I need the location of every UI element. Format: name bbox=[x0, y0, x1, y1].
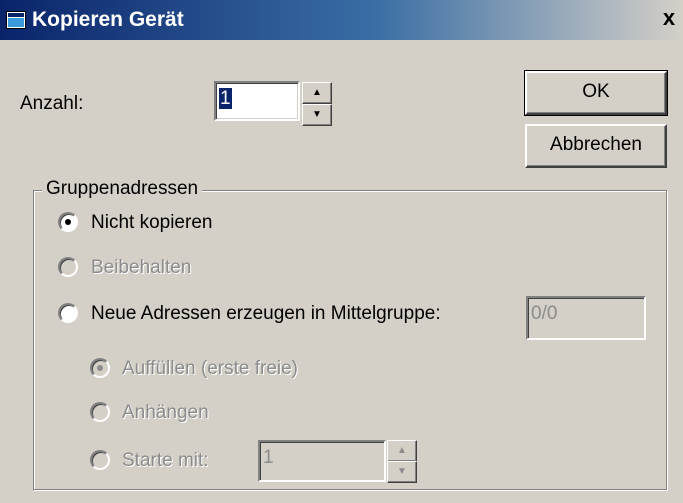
radio-anhaengen bbox=[90, 402, 110, 422]
window-icon bbox=[6, 11, 26, 29]
radio-neue-adressen[interactable] bbox=[58, 303, 78, 323]
count-spin-down[interactable]: ▼ bbox=[302, 104, 332, 126]
ok-button[interactable]: OK bbox=[524, 70, 668, 116]
count-label: Anzahl: bbox=[20, 93, 84, 114]
option-auffuellen-label: Auffüllen (erste freie) bbox=[122, 358, 299, 379]
count-value: 1 bbox=[219, 88, 232, 109]
title-bar[interactable]: Kopieren Gerät x bbox=[0, 0, 683, 40]
radio-selected-dot bbox=[65, 219, 71, 225]
cancel-button[interactable]: Abbrechen bbox=[525, 124, 667, 168]
option-neue-adressen-label[interactable]: Neue Adressen erzeugen in Mittelgruppe: bbox=[91, 303, 441, 325]
radio-selected-dot bbox=[97, 365, 103, 371]
radio-auffuellen bbox=[90, 358, 110, 378]
mittelgruppe-value: 0/0 bbox=[531, 303, 558, 324]
group-addresses-title: Gruppenadressen bbox=[42, 178, 203, 200]
starte-mit-input: 1 bbox=[258, 440, 386, 482]
option-beibehalten-label: Beibehalten bbox=[91, 257, 192, 278]
starte-mit-spin-down: ▼ bbox=[387, 461, 417, 483]
option-starte-mit-label: Starte mit: bbox=[122, 450, 209, 471]
option-anhaengen-label: Anhängen bbox=[122, 402, 209, 423]
radio-beibehalten bbox=[58, 257, 78, 277]
count-spin-up[interactable]: ▲ bbox=[302, 82, 332, 104]
radio-starte-mit bbox=[90, 450, 110, 470]
copy-device-dialog: Kopieren Gerät x Anzahl: 1 ▲ ▼ OK Abbrec… bbox=[0, 0, 683, 503]
option-nicht-kopieren-label[interactable]: Nicht kopieren bbox=[91, 212, 212, 234]
starte-mit-spin-up: ▲ bbox=[387, 440, 417, 462]
mittelgruppe-input: 0/0 bbox=[526, 296, 646, 340]
starte-mit-value: 1 bbox=[263, 447, 274, 468]
count-input[interactable]: 1 bbox=[214, 81, 300, 121]
window-title: Kopieren Gerät bbox=[32, 8, 184, 31]
radio-nicht-kopieren[interactable] bbox=[58, 212, 78, 232]
close-icon[interactable]: x bbox=[655, 4, 683, 32]
